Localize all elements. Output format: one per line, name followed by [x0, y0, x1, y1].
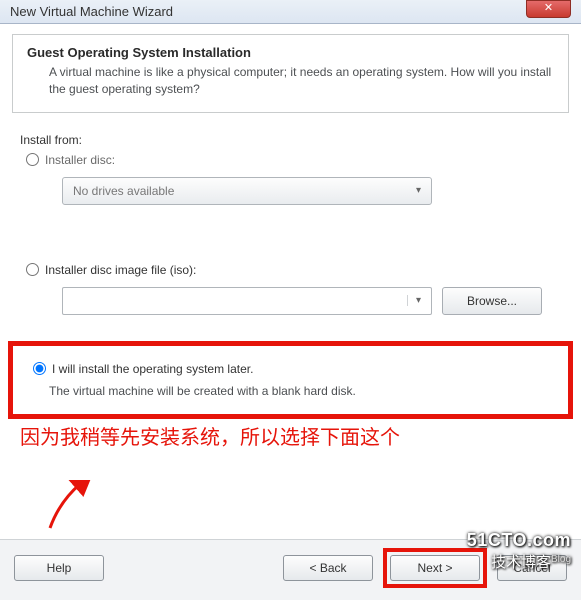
next-button[interactable]: Next > [390, 555, 480, 581]
install-from-label: Install from: [20, 133, 561, 147]
back-button[interactable]: < Back [283, 555, 373, 581]
cancel-button[interactable]: Cancel [497, 555, 567, 581]
window-title: New Virtual Machine Wizard [10, 4, 173, 19]
header-subtitle: A virtual machine is like a physical com… [49, 64, 554, 98]
annotation-arrow [40, 480, 100, 530]
radio-iso-input[interactable] [26, 263, 39, 276]
disc-dropdown[interactable]: No drives available ▾ [62, 177, 432, 205]
annotation-next-highlight: Next > [383, 548, 487, 588]
disc-dropdown-value: No drives available [73, 184, 174, 198]
radio-installer-disc[interactable]: Installer disc: [26, 153, 561, 167]
radio-install-later-label: I will install the operating system late… [52, 362, 253, 376]
wizard-header: Guest Operating System Installation A vi… [12, 34, 569, 113]
help-button[interactable]: Help [14, 555, 104, 581]
radio-install-later[interactable]: I will install the operating system late… [33, 362, 554, 376]
annotation-note: 因为我稍等先安装系统，所以选择下面这个 [20, 425, 563, 451]
install-later-description: The virtual machine will be created with… [49, 384, 554, 398]
radio-installer-disc-label: Installer disc: [45, 153, 115, 167]
radio-iso[interactable]: Installer disc image file (iso): [26, 263, 561, 277]
browse-button[interactable]: Browse... [442, 287, 542, 315]
wizard-footer: Help < Back Next > Cancel [0, 539, 581, 600]
annotation-highlight-box: I will install the operating system late… [8, 341, 573, 419]
radio-iso-label: Installer disc image file (iso): [45, 263, 196, 277]
chevron-down-icon: ▾ [416, 185, 421, 196]
chevron-down-icon: ▾ [407, 295, 425, 306]
header-title: Guest Operating System Installation [27, 45, 554, 60]
close-icon: ✕ [544, 2, 553, 14]
close-button[interactable]: ✕ [526, 0, 571, 18]
iso-path-input[interactable]: ▾ [62, 287, 432, 315]
radio-install-later-input[interactable] [33, 362, 46, 375]
radio-installer-disc-input[interactable] [26, 153, 39, 166]
